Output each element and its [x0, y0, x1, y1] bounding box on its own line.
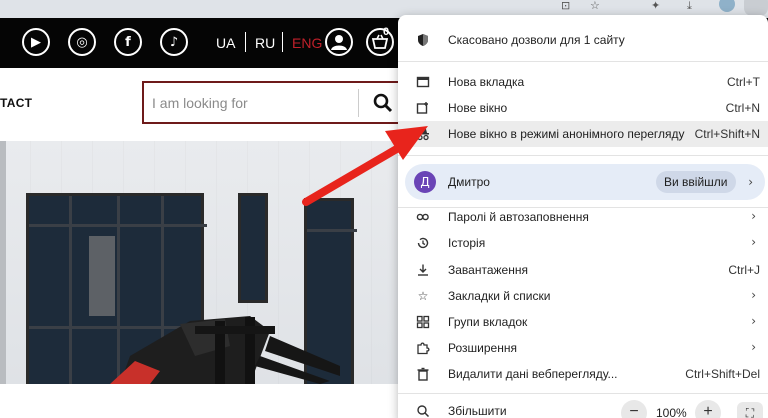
menu-divider [398, 61, 768, 62]
menu-item-label: Видалити дані веб­перегляду... [448, 367, 618, 381]
chevron-right-icon: › [751, 209, 756, 223]
nav-contact-link[interactable]: TACT [0, 96, 32, 110]
menu-item-label: Паролі й автозаповнення [448, 210, 589, 224]
new-window-icon [416, 101, 430, 115]
bookmark-star-icon: ☆ [417, 289, 429, 303]
menu-item-shortcut: Ctrl+T [727, 75, 760, 89]
cart-icon[interactable] [366, 28, 394, 56]
menu-item-permissions[interactable]: Скасовано дозволи для 1 сайту [398, 27, 768, 53]
lang-ua[interactable]: UA [216, 35, 235, 51]
lang-ru[interactable]: RU [255, 35, 275, 51]
hero-image [0, 141, 400, 384]
site-search [142, 81, 404, 124]
history-icon [416, 236, 430, 250]
chevron-right-icon: › [751, 340, 756, 354]
menu-item-clear-data[interactable]: Видалити дані веб­перегляду... Ctrl+Shif… [398, 361, 768, 387]
menu-item-label: Нове вікно в режимі анонімного перегляду [448, 127, 685, 141]
menu-item-label: Завантаження [448, 263, 528, 277]
facebook-icon[interactable]: f [114, 28, 142, 56]
incognito-icon [416, 127, 430, 141]
profile-row[interactable]: Д Дмитро Ви ввійшли › [405, 164, 765, 200]
key-icon [416, 210, 430, 224]
translate-icon[interactable]: ⊡ [561, 0, 570, 12]
account-icon[interactable] [325, 28, 353, 56]
menu-item-extensions[interactable]: Розширення › [398, 335, 768, 361]
menu-divider [398, 155, 768, 156]
menu-item-shortcut: Ctrl+Shift+N [694, 127, 760, 141]
menu-item-new-window[interactable]: Нове вікно Ctrl+N [398, 95, 768, 121]
tab-groups-icon [416, 315, 430, 329]
lang-eng[interactable]: ENG [292, 35, 322, 51]
new-tab-icon [416, 75, 430, 89]
zoom-value: 100% [656, 406, 687, 418]
chevron-right-icon: › [751, 235, 756, 249]
zoom-icon [416, 404, 430, 418]
profile-avatar: Д [414, 171, 436, 193]
menu-item-label: Закладки й списки [448, 289, 551, 303]
extensions-icon [416, 341, 430, 355]
star-icon[interactable]: ☆ [590, 0, 600, 12]
profile-avatar[interactable] [719, 0, 735, 12]
menu-item-shortcut: Ctrl+J [728, 263, 760, 277]
menu-item-passwords[interactable]: Паролі й автозаповнення › [398, 204, 768, 230]
menu-item-label: Нове вікно [448, 101, 508, 115]
cart-count-badge: 0 [383, 26, 390, 38]
instagram-icon[interactable]: ◎ [68, 28, 96, 56]
search-separator [358, 89, 359, 117]
menu-item-bookmarks[interactable]: ☆ Закладки й списки › [398, 283, 768, 309]
fullscreen-button[interactable]: ⛶ [737, 402, 763, 418]
menu-item-incognito[interactable]: Нове вікно в режимі анонімного перегляду… [398, 121, 768, 147]
profile-name: Дмитро [448, 175, 490, 189]
download-icon[interactable]: ⤓ [687, 0, 692, 12]
menu-item-shortcut: Ctrl+N [725, 101, 760, 115]
menu-item-label: Скасовано дозволи для 1 сайту [448, 33, 625, 47]
menu-item-new-tab[interactable]: Нова вкладка Ctrl+T [398, 69, 768, 95]
zoom-out-button[interactable]: − [621, 400, 647, 418]
shield-icon [416, 33, 430, 47]
chrome-menu: Скасовано дозволи для 1 сайту Нова вклад… [398, 15, 768, 418]
tiktok-icon[interactable]: ♪ [160, 28, 188, 56]
menu-item-history[interactable]: Історія › [398, 230, 768, 256]
lang-separator [245, 32, 246, 52]
lang-separator [282, 32, 283, 52]
zoom-row: Збільшити − 100% + ⛶ [398, 398, 768, 418]
menu-item-label: Розширення [448, 341, 517, 355]
menu-divider [398, 393, 768, 394]
youtube-icon[interactable]: ▶ [22, 28, 50, 56]
menu-item-shortcut: Ctrl+Shift+Del [685, 367, 760, 381]
menu-item-label: Нова вкладка [448, 75, 525, 89]
search-input[interactable] [152, 93, 352, 113]
chevron-right-icon: › [751, 314, 756, 328]
forklift-image [0, 141, 340, 384]
menu-item-label: Історія [448, 236, 486, 250]
menu-item-downloads[interactable]: Завантаження Ctrl+J [398, 257, 768, 283]
download-icon [416, 263, 430, 277]
chrome-menu-button[interactable] [744, 0, 768, 16]
zoom-in-button[interactable]: + [695, 400, 721, 418]
puzzle-icon[interactable]: ✦ [651, 0, 660, 12]
zoom-label: Збільшити [448, 404, 507, 418]
search-icon[interactable] [373, 93, 393, 113]
trash-icon [416, 367, 430, 381]
menu-item-tab-groups[interactable]: Групи вкладок › [398, 309, 768, 335]
signed-in-badge: Ви ввійшли [656, 171, 736, 193]
menu-item-label: Групи вкладок [448, 315, 528, 329]
chevron-right-icon: › [751, 288, 756, 302]
chevron-right-icon: › [748, 175, 753, 189]
